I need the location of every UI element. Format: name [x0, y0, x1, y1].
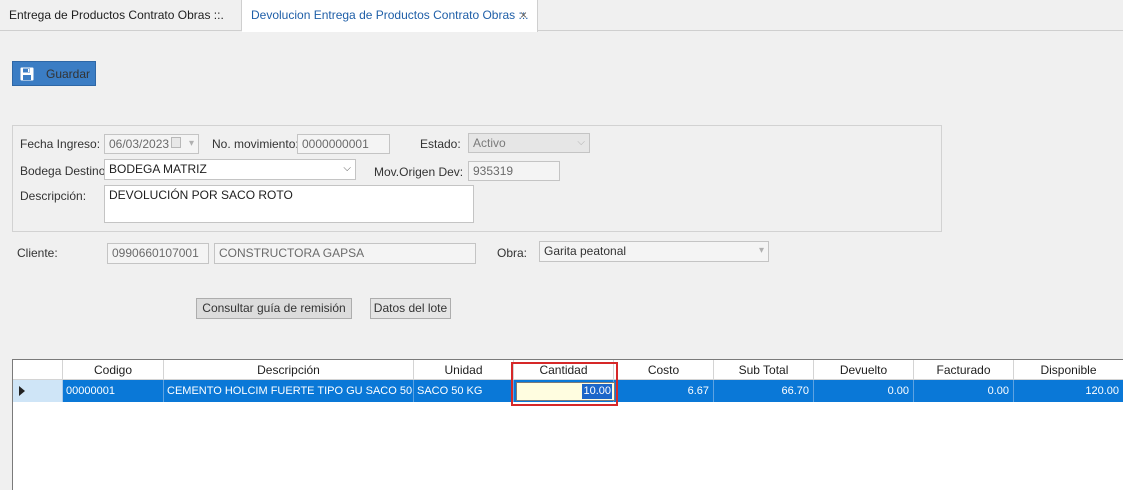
column-header-codigo[interactable]: Codigo — [63, 360, 164, 380]
cliente-nombre-field[interactable]: CONSTRUCTORA GAPSA — [214, 243, 476, 264]
cell-costo[interactable]: 6.67 — [614, 380, 714, 402]
cell-devuelto[interactable]: 0.00 — [814, 380, 914, 402]
cell-unidad[interactable]: SACO 50 KG — [414, 380, 514, 402]
estado-label: Estado: — [420, 137, 461, 151]
tab-devolucion-entrega[interactable]: Devolucion Entrega de Productos Contrato… — [242, 0, 538, 32]
cliente-ruc-field[interactable]: 0990660107001 — [107, 243, 209, 264]
descripcion-label: Descripción: — [20, 189, 87, 203]
descripcion-textarea[interactable]: DEVOLUCIÓN POR SACO ROTO — [104, 185, 474, 223]
column-header-costo[interactable]: Costo — [614, 360, 714, 380]
bodega-label: Bodega Destino: — [20, 164, 109, 178]
calendar-dropdown-icon[interactable]: ▾ — [189, 137, 194, 151]
tab-bar: Entrega de Productos Contrato Obras ::. … — [0, 0, 1123, 32]
column-header-subtotal[interactable]: Sub Total — [714, 360, 814, 380]
nomov-label: No. movimiento: — [212, 137, 299, 151]
highlight-box — [511, 362, 618, 406]
obra-value: Garita peatonal — [544, 244, 627, 258]
cell-codigo[interactable]: 00000001 — [63, 380, 164, 402]
grid-row-header-corner — [13, 360, 63, 380]
column-header-facturado[interactable]: Facturado — [914, 360, 1014, 380]
cell-disponible[interactable]: 120.00 — [1014, 380, 1123, 402]
fecha-label: Fecha Ingreso: — [20, 137, 101, 151]
movorigen-label: Mov.Origen Dev: — [374, 165, 464, 179]
obra-select[interactable]: Garita peatonal ▾ — [539, 241, 769, 262]
column-header-devuelto[interactable]: Devuelto — [814, 360, 914, 380]
chevron-down-icon: ⌵ — [577, 137, 585, 148]
close-tab-icon[interactable]: × — [520, 0, 527, 31]
fecha-value: 06/03/2023 — [109, 137, 170, 151]
save-button[interactable]: Guardar — [12, 61, 96, 86]
chevron-down-icon: ⌵ — [343, 163, 351, 174]
no-movimiento-field[interactable]: 0000000001 — [297, 134, 390, 154]
bodega-value: BODEGA MATRIZ — [109, 162, 207, 176]
row-selector[interactable] — [13, 380, 63, 402]
datos-lote-button[interactable]: Datos del lote — [370, 298, 451, 319]
bodega-destino-select[interactable]: BODEGA MATRIZ ⌵ — [104, 159, 356, 180]
estado-select[interactable]: Activo ⌵ — [468, 133, 590, 153]
tab-entrega-productos[interactable]: Entrega de Productos Contrato Obras ::. — [0, 0, 242, 31]
calendar-icon[interactable] — [171, 137, 181, 148]
column-header-disponible[interactable]: Disponible — [1014, 360, 1123, 380]
tab-label: Entrega de Productos Contrato Obras ::. — [9, 8, 224, 22]
floppy-disk-icon — [20, 67, 34, 81]
save-button-label: Guardar — [46, 67, 91, 81]
cell-facturado[interactable]: 0.00 — [914, 380, 1014, 402]
current-row-arrow-icon — [19, 386, 25, 396]
cell-descripcion[interactable]: CEMENTO HOLCIM FUERTE TIPO GU SACO 50 KG — [164, 380, 414, 402]
obra-label: Obra: — [497, 246, 528, 260]
mov-origen-dev-field[interactable]: 935319 — [468, 161, 560, 181]
consultar-guia-button[interactable]: Consultar guía de remisión — [196, 298, 352, 319]
estado-value: Activo — [473, 136, 506, 150]
column-header-descripcion[interactable]: Descripción — [164, 360, 414, 380]
tab-label: Devolucion Entrega de Productos Contrato… — [251, 8, 529, 22]
chevron-down-icon: ▾ — [758, 245, 764, 256]
fecha-ingreso-field[interactable]: 06/03/2023 ▾ — [104, 134, 199, 154]
cliente-label: Cliente: — [17, 246, 58, 260]
column-header-unidad[interactable]: Unidad — [414, 360, 514, 380]
cell-subtotal[interactable]: 66.70 — [714, 380, 814, 402]
